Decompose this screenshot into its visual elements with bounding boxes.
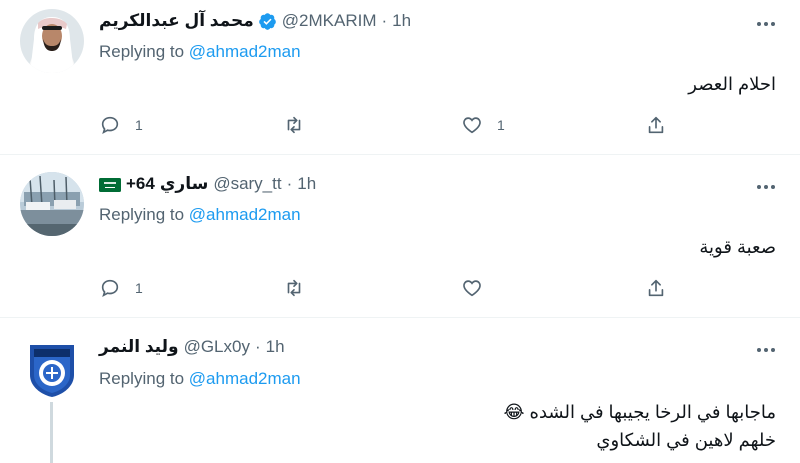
tweet-actions: 1 1 — [99, 112, 679, 138]
replying-to-label: Replying to — [99, 369, 185, 388]
retweet-button[interactable] — [283, 112, 305, 138]
handle[interactable]: @GLx0y — [184, 337, 250, 357]
handle[interactable]: @sary_tt — [213, 174, 281, 194]
tweet[interactable]: وليد النمر @GLx0y · 1h Replying to @ahma… — [0, 318, 800, 463]
tweet-actions: 1 — [99, 275, 679, 301]
share-icon — [648, 279, 664, 297]
mention-link[interactable]: @ahmad2man — [189, 369, 301, 388]
verified-badge-icon — [258, 12, 277, 31]
tweet-text: صعبة قوية — [699, 237, 776, 257]
timestamp[interactable]: 1h — [392, 11, 411, 31]
retweet-icon — [287, 116, 301, 134]
timestamp[interactable]: 1h — [297, 174, 316, 194]
reply-count: 1 — [135, 117, 143, 133]
display-name[interactable]: ساري — [160, 174, 208, 194]
share-button[interactable] — [645, 275, 667, 301]
tweet-text: ماجابها في الرخا يجيبها في الشده 😂 خلهم … — [503, 398, 776, 454]
separator-dot: · — [254, 337, 261, 356]
retweet-icon — [287, 279, 301, 297]
replying-to-label: Replying to — [99, 205, 185, 224]
heart-icon — [463, 280, 481, 297]
retweet-button[interactable] — [283, 275, 305, 301]
avatar[interactable] — [20, 172, 84, 236]
tweet[interactable]: محمد آل عبدالكريم @2MKARIM · 1h Replying… — [0, 0, 800, 155]
timestamp[interactable]: 1h — [266, 337, 285, 357]
like-count: 1 — [497, 117, 505, 133]
saudi-flag-icon — [99, 177, 121, 192]
heart-icon — [463, 117, 481, 134]
replying-to-label: Replying to — [99, 42, 185, 61]
tweet-text-line: خلهم لاهين في الشكاوي — [596, 430, 776, 450]
tweet-header: محمد آل عبدالكريم @2MKARIM · 1h — [99, 11, 411, 31]
share-button[interactable] — [645, 112, 667, 138]
mention-link[interactable]: @ahmad2man — [189, 42, 301, 61]
share-icon — [648, 116, 664, 134]
tweet-text: احلام العصر — [688, 74, 776, 94]
replying-to: Replying to @ahmad2man — [99, 369, 301, 389]
tweet[interactable]: +64 ساري @sary_tt · 1h Replying to @ahma… — [0, 155, 800, 318]
reply-button[interactable]: 1 — [99, 275, 143, 301]
display-name[interactable]: وليد النمر — [99, 337, 179, 357]
reply-icon — [101, 279, 119, 298]
like-button[interactable]: 1 — [461, 112, 505, 138]
like-button[interactable] — [461, 275, 483, 301]
mention-link[interactable]: @ahmad2man — [189, 205, 301, 224]
avatar[interactable] — [20, 9, 84, 73]
thread-connector — [50, 402, 53, 463]
avatar[interactable] — [20, 335, 84, 399]
replying-to: Replying to @ahmad2man — [99, 42, 301, 62]
tweet-text-line: ماجابها في الرخا يجيبها في الشده 😂 — [503, 402, 776, 422]
more-options-icon[interactable] — [756, 14, 776, 34]
replying-to: Replying to @ahmad2man — [99, 205, 301, 225]
name-suffix[interactable]: +64 — [126, 174, 155, 194]
more-options-icon[interactable] — [756, 340, 776, 360]
handle[interactable]: @2MKARIM — [282, 11, 377, 31]
reply-count: 1 — [135, 280, 143, 296]
tweet-header: وليد النمر @GLx0y · 1h — [99, 337, 285, 357]
separator-dot: · — [286, 174, 293, 193]
more-options-icon[interactable] — [756, 177, 776, 197]
display-name[interactable]: محمد آل عبدالكريم — [99, 11, 254, 31]
separator-dot: · — [381, 11, 388, 30]
tweet-header: +64 ساري @sary_tt · 1h — [99, 174, 316, 194]
reply-button[interactable]: 1 — [99, 112, 143, 138]
reply-icon — [101, 116, 119, 135]
